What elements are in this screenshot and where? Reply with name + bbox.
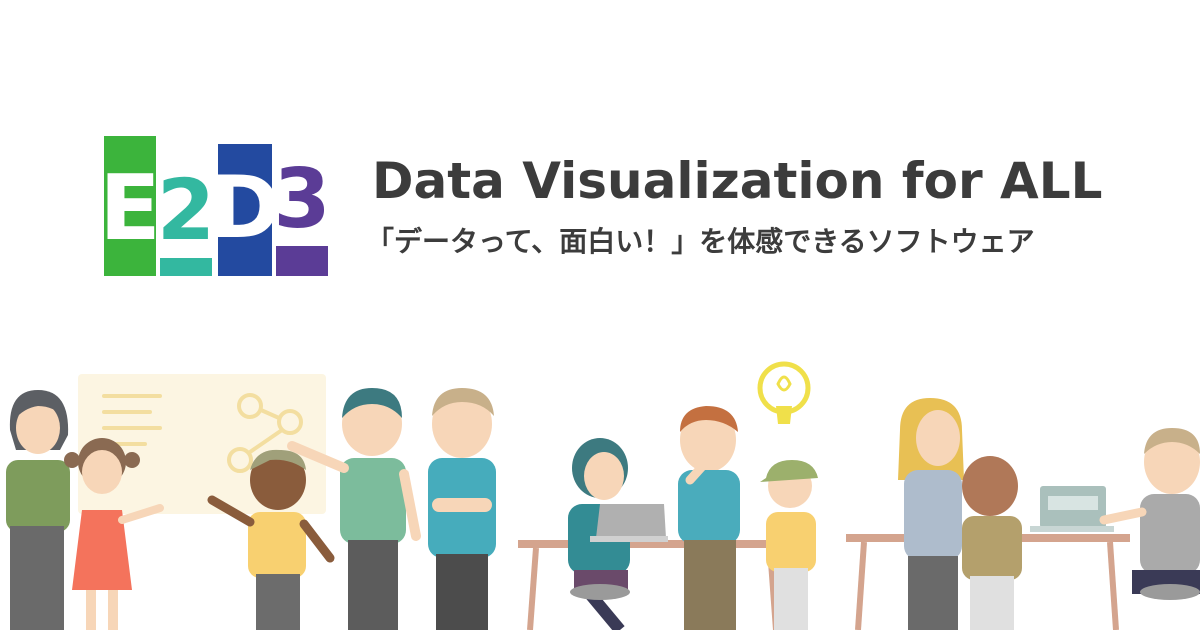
laptop-right [1030, 486, 1114, 532]
team-illustration [6, 361, 1200, 630]
person-woman-blonde [898, 398, 964, 630]
person-woman-left [6, 390, 70, 630]
logo-letter-2: 2 [156, 161, 216, 259]
e2d3-logo: E 2 D 3 [99, 136, 331, 276]
logo-letter-e: E [99, 155, 161, 261]
desk-left [518, 540, 786, 630]
tagline: 「データって、面白い！」を体感できるソフトウェア [366, 225, 1035, 258]
person-man-grey [1099, 428, 1200, 600]
laptop-icon [590, 504, 668, 542]
person-kid-cap [760, 460, 818, 630]
person-man-thinking [678, 406, 740, 630]
headline: Data Visualization for ALL [372, 152, 1103, 210]
logo-letter-3: 3 [273, 151, 331, 247]
person-boy-back [962, 456, 1022, 630]
lightbulb-icon [757, 361, 811, 424]
logo-block-3-bar [276, 246, 328, 276]
logo-block-2-bar [160, 258, 212, 276]
person-man-arms-crossed [428, 388, 496, 630]
logo-letter-d: D [209, 158, 281, 258]
